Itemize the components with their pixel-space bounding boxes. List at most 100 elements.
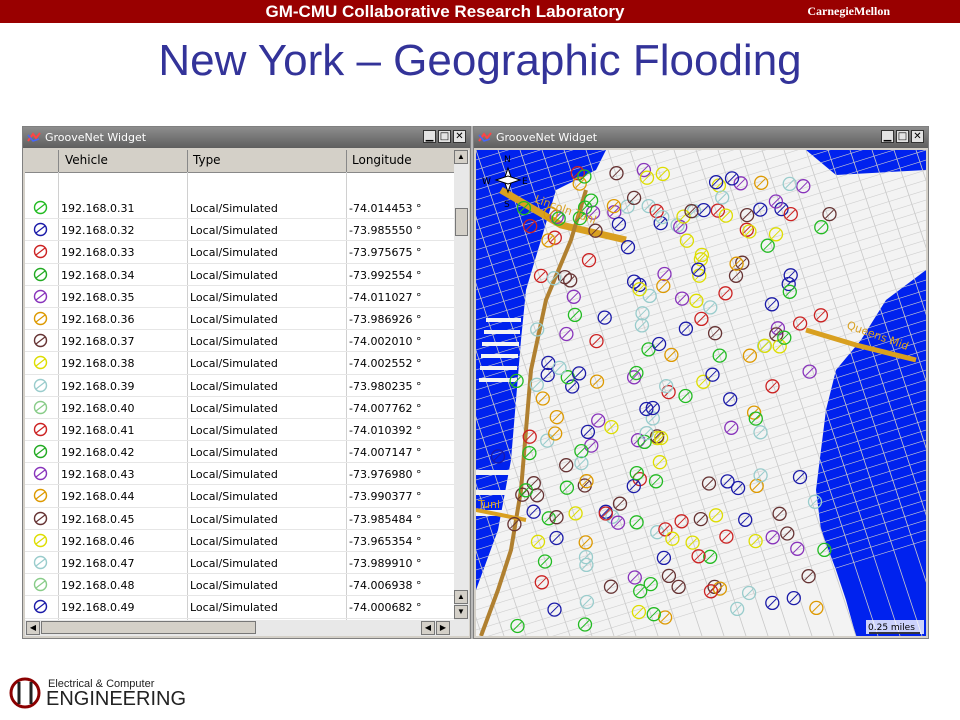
scroll-left-button[interactable]: ◀ [26,621,40,635]
type-cell: Local/Simulated [190,202,278,215]
footer-line2: ENGINEERING [46,688,187,710]
minimize-button[interactable]: ▁ [423,130,436,143]
table-row[interactable]: 192.168.0.38 Local/Simulated -74.002552 ° [25,352,454,375]
vehicle-table-window: GrooveNet Widget ▁ □ ✕ Vehicle Type Longit… [22,126,471,639]
vehicle-cell: 192.168.0.40 [61,401,135,415]
vehicle-table: Vehicle Type Longitude 192.168.0.31 Local… [25,150,454,620]
vehicle-cell: 192.168.0.48 [61,579,135,593]
vehicle-cell: 192.168.0.45 [61,512,135,526]
maximize-button[interactable]: □ [438,130,451,143]
vehicle-icon [33,400,48,414]
type-cell: Local/Simulated [190,579,278,593]
longitude-cell: -74.007147 ° [349,446,422,460]
scroll-left-button-right[interactable]: ◀ [421,621,435,635]
column-header-vehicle[interactable]: Vehicle [65,153,108,167]
window-titlebar[interactable]: GrooveNet Widget ▁ □ ✕ [23,127,470,148]
compass-north: N [504,155,511,165]
scroll-up-button[interactable]: ▲ [454,150,468,164]
close-button[interactable]: ✕ [453,130,466,143]
vehicle-cell: 192.168.0.37 [61,335,135,349]
window-title: GrooveNet Widget [45,131,147,144]
vehicle-icon [33,555,48,570]
table-row[interactable]: 192.168.0.49 Local/Simulated -74.000682 ° [25,596,454,619]
vertical-scrollbar[interactable]: ▲ ▲ ▼ [454,150,469,620]
map-canvas[interactable]: N S E W Lincoln Tunl Queens Mid Tunl 0.2… [476,150,926,636]
vehicle-cell: 192.168.0.39 [61,379,135,393]
table-row[interactable]: 192.168.0.33 Local/Simulated -73.975675 ° [25,241,454,264]
manhattan-map[interactable]: N S E W Lincoln Tunl Queens Mid Tunl 0.2… [476,150,926,636]
vehicle-icon [33,600,48,614]
longitude-cell: -74.006938 ° [349,579,422,593]
type-cell: Local/Simulated [190,490,278,504]
horizontal-scrollbar[interactable]: ◀ ◀ ▶ [25,620,469,636]
vehicle-icon [33,533,48,548]
vehicle-cell: 192.168.0.35 [61,290,135,304]
table-row[interactable]: 192.168.0.32 Local/Simulated -73.985550 ° [25,219,454,242]
type-cell: Local/Simulated [190,601,278,615]
ece-logo-icon [9,677,41,709]
table-row[interactable]: 192.168.0.39 Local/Simulated -73.980235 ° [25,375,454,397]
type-cell: Local/Simulated [190,246,278,260]
slide-title: New York – Geographic Flooding [158,36,802,85]
type-cell: Local/Simulated [190,423,278,437]
map-window: GrooveNet Widget ▁ □ ✕ N S E W Lincoln T… [473,126,929,639]
vehicle-cell: 192.168.0.49 [61,601,135,615]
vehicle-icon [33,467,48,481]
longitude-cell: -73.965354 ° [349,534,422,548]
minimize-button[interactable]: ▁ [881,130,894,143]
type-cell: Local/Simulated [190,357,278,371]
longitude-cell: -73.992554 ° [349,268,422,282]
map-scale-label: 0.25 miles [868,623,915,633]
table-row[interactable]: 192.168.0.36 Local/Simulated -73.986926 ° [25,308,454,331]
table-row[interactable]: 192.168.0.31 Local/Simulated -74.014453 ° [25,197,454,220]
longitude-cell: -73.985550 ° [349,224,422,238]
scroll-down-button[interactable]: ▼ [454,605,468,619]
type-cell: Local/Simulated [190,335,278,349]
app-icon [27,132,41,142]
lab-name: GM-CMU Collaborative Research Laboratory [265,2,625,21]
ece-logo: Electrical & Computer ENGINEERING [8,676,186,715]
longitude-cell: -73.989910 ° [349,557,422,570]
vehicle-cell: 192.168.0.38 [61,357,135,371]
vehicle-icon [33,356,48,370]
longitude-cell: -74.007762 ° [349,401,422,415]
vehicle-icon [33,311,48,326]
type-cell: Local/Simulated [190,557,278,570]
table-body: 192.168.0.31 Local/Simulated -74.014453 ° 1… [25,197,454,620]
app-icon [478,132,492,142]
longitude-cell: -73.975675 ° [349,246,422,260]
vehicle-icon [33,489,48,503]
table-row[interactable]: 192.168.0.44 Local/Simulated -73.990377 ° [25,485,454,508]
longitude-cell: -73.980235 ° [349,379,422,393]
table-row[interactable]: 192.168.0.42 Local/Simulated -74.007147 ° [25,441,454,464]
type-cell: Local/Simulated [190,468,278,482]
vehicle-cell: 192.168.0.44 [61,490,135,504]
horizontal-scroll-thumb[interactable] [41,621,256,634]
table-row[interactable]: 192.168.0.47 Local/Simulated -73.989910 ° [25,552,454,575]
table-row[interactable]: 192.168.0.41 Local/Simulated -74.010392 ° [25,419,454,442]
table-row[interactable]: 192.168.0.46 Local/Simulated -73.965354 ° [25,530,454,552]
vehicle-icon [33,267,48,281]
table-row[interactable]: 192.168.0.40 Local/Simulated -74.007762 ° [25,397,454,419]
table-row[interactable]: 192.168.0.48 Local/Simulated -74.006938 ° [25,574,454,597]
column-header-type[interactable]: Type [193,153,221,167]
table-row[interactable]: 192.168.0.37 Local/Simulated -74.002010 ° [25,330,454,353]
vehicle-icon [33,577,48,592]
table-row[interactable]: 192.168.0.45 Local/Simulated -73.985484 ° [25,508,454,530]
column-header-longitude[interactable]: Longitude [352,153,412,167]
scroll-thumb[interactable] [455,208,468,236]
longitude-cell: -74.011027 ° [349,290,422,304]
table-row[interactable]: 192.168.0.35 Local/Simulated -74.011027 ° [25,286,454,308]
close-button[interactable]: ✕ [911,130,924,143]
table-row[interactable]: 192.168.0.34 Local/Simulated -73.992554 ° [25,264,454,286]
maximize-button[interactable]: □ [896,130,909,143]
longitude-cell: -74.002552 ° [349,357,422,371]
scroll-up-arrow-lower[interactable]: ▲ [454,590,468,604]
type-cell: Local/Simulated [190,312,278,326]
vehicle-cell: 192.168.0.42 [61,446,135,460]
scroll-right-button[interactable]: ▶ [436,621,450,635]
table-row[interactable]: 192.168.0.43 Local/Simulated -73.976980 ° [25,463,454,486]
map-window-titlebar[interactable]: GrooveNet Widget ▁ □ ✕ [474,127,928,148]
vehicle-icon [33,378,48,392]
compass-west: W [482,177,491,187]
